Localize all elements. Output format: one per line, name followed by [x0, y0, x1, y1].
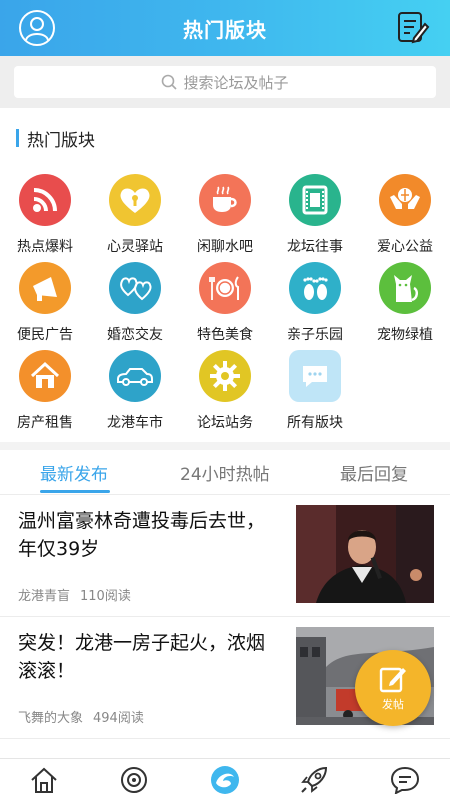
rocket-icon — [301, 766, 328, 793]
tab-last-reply[interactable]: 最后回复 — [340, 460, 408, 485]
page-title: 热门版块 — [183, 17, 267, 42]
user-avatar-icon[interactable] — [18, 9, 56, 47]
house-icon — [19, 350, 71, 402]
board-cars[interactable]: 龙港车市 — [90, 350, 180, 438]
hearts-icon — [109, 262, 161, 314]
board-ads[interactable]: 便民广告 — [0, 262, 90, 350]
search-area: 搜索论坛及帖子 — [0, 56, 450, 108]
section-title-text: 热门版块 — [27, 130, 95, 151]
board-label: 龙坛往事 — [287, 239, 343, 255]
discover-icon — [121, 767, 147, 793]
film-archive-icon — [289, 174, 341, 226]
post-thumbnail — [296, 505, 434, 603]
coffee-cup-icon — [199, 174, 251, 226]
heart-lock-icon — [109, 174, 161, 226]
board-label: 龙港车市 — [107, 415, 163, 431]
post-item[interactable]: 温州富豪林奇遭投毒后去世，年仅39岁 龙港青盲 110阅读 — [0, 495, 450, 617]
car-icon — [109, 350, 161, 402]
hot-boards-panel: 热门版块 热点爆料 心灵驿站 闲聊水吧 龙坛往事 爱心公益 便民广告 婚恋交友 … — [0, 108, 450, 442]
board-label: 闲聊水吧 — [197, 239, 253, 255]
section-title: 热门版块 — [16, 128, 95, 151]
post-meta: 龙港青盲 110阅读 — [18, 585, 131, 604]
hands-globe-icon — [379, 174, 431, 226]
tab-latest[interactable]: 最新发布 — [40, 460, 108, 485]
active-tab-indicator — [40, 490, 110, 493]
board-realestate[interactable]: 房产租售 — [0, 350, 90, 438]
message-icon — [390, 766, 420, 794]
nav-home[interactable] — [27, 765, 61, 795]
feed-tabs: 最新发布 24小时热帖 最后回复 — [0, 442, 450, 494]
board-label: 爱心公益 — [377, 239, 433, 255]
board-label: 亲子乐园 — [287, 327, 343, 343]
post-author: 飞舞的大象 — [18, 711, 84, 726]
home-icon — [31, 767, 57, 793]
edit-note-icon[interactable] — [396, 10, 430, 46]
board-all[interactable]: 所有版块 — [270, 350, 360, 438]
board-hotnews[interactable]: 热点爆料 — [0, 174, 90, 262]
board-family[interactable]: 亲子乐园 — [270, 262, 360, 350]
board-label: 便民广告 — [17, 327, 73, 343]
board-pets[interactable]: 宠物绿植 — [360, 262, 450, 350]
footprints-icon — [289, 262, 341, 314]
post-title: 温州富豪林奇遭投毒后去世，年仅39岁 — [18, 510, 266, 560]
post-meta: 飞舞的大象 494阅读 — [18, 707, 144, 726]
board-admin[interactable]: 论坛站务 — [180, 350, 270, 438]
board-heart[interactable]: 心灵驿站 — [90, 174, 180, 262]
post-views: 494阅读 — [93, 711, 144, 726]
nav-explore[interactable] — [298, 765, 332, 795]
board-label: 房产租售 — [17, 415, 73, 431]
new-post-button[interactable]: 发帖 — [355, 650, 431, 726]
gear-icon — [199, 350, 251, 402]
board-charity[interactable]: 爱心公益 — [360, 174, 450, 262]
board-label: 特色美食 — [197, 327, 253, 343]
chat-bubble-icon — [289, 350, 341, 402]
board-dating[interactable]: 婚恋交友 — [90, 262, 180, 350]
post-title: 突发！龙港一房子起火，浓烟滚滚！ — [18, 632, 266, 682]
dragon-logo-icon — [211, 766, 239, 794]
search-icon — [162, 74, 178, 90]
nav-discover[interactable] — [117, 765, 151, 795]
rss-icon — [19, 174, 71, 226]
board-label: 所有版块 — [287, 415, 343, 431]
section-title-bar — [16, 129, 19, 147]
top-bar: 热门版块 — [0, 0, 450, 56]
post-author: 龙港青盲 — [18, 589, 71, 604]
board-label: 论坛站务 — [197, 415, 253, 431]
board-history[interactable]: 龙坛往事 — [270, 174, 360, 262]
tab-hot-24h[interactable]: 24小时热帖 — [180, 460, 270, 485]
board-label: 宠物绿植 — [377, 327, 433, 343]
search-input[interactable]: 搜索论坛及帖子 — [14, 66, 436, 98]
board-label: 热点爆料 — [17, 239, 73, 255]
nav-messages[interactable] — [388, 765, 422, 795]
new-post-label: 发帖 — [382, 698, 404, 711]
bottom-nav — [0, 758, 450, 800]
megaphone-icon — [19, 262, 71, 314]
cat-icon — [379, 262, 431, 314]
dining-plate-icon — [199, 262, 251, 314]
board-chat[interactable]: 闲聊水吧 — [180, 174, 270, 262]
board-label: 心灵驿站 — [107, 239, 163, 255]
nav-forum[interactable] — [208, 765, 242, 795]
search-placeholder: 搜索论坛及帖子 — [183, 73, 289, 92]
board-food[interactable]: 特色美食 — [180, 262, 270, 350]
pencil-icon — [379, 667, 406, 693]
post-views: 110阅读 — [80, 589, 131, 604]
board-label: 婚恋交友 — [107, 327, 163, 343]
